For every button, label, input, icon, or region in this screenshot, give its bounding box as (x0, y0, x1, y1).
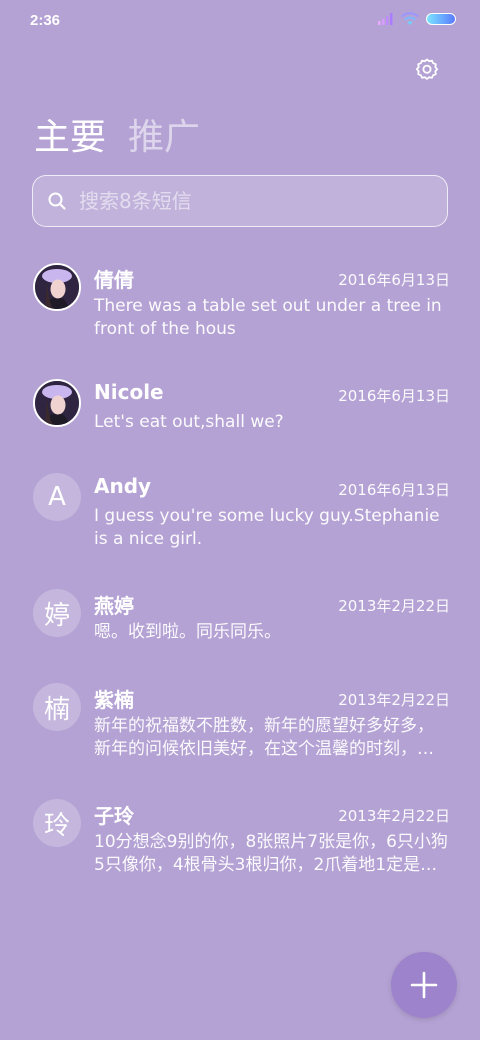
gear-icon (415, 58, 439, 80)
message-date: 2016年6月13日 (338, 387, 450, 405)
message-preview: 嗯。收到啦。同乐同乐。 (94, 622, 281, 642)
settings-button[interactable] (414, 56, 440, 82)
message-date: 2013年2月22日 (338, 807, 450, 825)
contact-photo-icon (35, 381, 79, 425)
contact-avatar: 玲 (33, 799, 81, 847)
contact-avatar (33, 263, 81, 311)
contact-name: Andy (94, 474, 152, 498)
contact-name: 燕婷 (94, 594, 134, 618)
status-time: 2:36 (30, 12, 61, 29)
contact-name: 紫楠 (94, 688, 134, 712)
message-date: 2016年6月13日 (338, 271, 450, 289)
contact-avatar: 楠 (33, 683, 81, 731)
contact-avatar: 婷 (33, 589, 81, 637)
message-preview: I guess you're some lucky guy.Stephanie … (94, 506, 440, 549)
message-preview: Let's eat out,shall we? (94, 412, 284, 432)
wifi-icon (401, 12, 419, 25)
conversation-item[interactable]: Nicole 2016年6月13日 Let's eat out,shall we… (0, 371, 480, 465)
search-input[interactable] (79, 189, 419, 213)
status-bar: 2:36 (0, 0, 480, 40)
tab-promotions[interactable]: 推广 (128, 108, 200, 160)
message-preview: 10分想念9别的你，8张照片7张是你，6只小狗5只像你，4根骨头3根归你，2爪着… (94, 832, 448, 875)
search-icon (48, 192, 66, 210)
plus-icon (410, 971, 438, 999)
contact-avatar (33, 379, 81, 427)
search-bar[interactable] (32, 175, 448, 227)
status-icons (378, 12, 456, 26)
message-preview: There was a table set out under a tree i… (94, 296, 442, 339)
contact-avatar: A (33, 473, 81, 521)
message-date: 2013年2月22日 (338, 691, 450, 709)
signal-icon (378, 13, 393, 25)
contact-name: 倩倩 (94, 268, 134, 292)
conversation-item[interactable]: 玲 子玲 2013年2月22日 10分想念9别的你，8张照片7张是你，6只小狗5… (0, 791, 480, 907)
tab-bar: 主要 推广 (34, 108, 200, 160)
conversation-list: 倩倩 2016年6月13日 There was a table set out … (0, 255, 480, 907)
message-date: 2013年2月22日 (338, 597, 450, 615)
new-message-button[interactable] (391, 952, 457, 1018)
contact-name: 子玲 (94, 804, 134, 828)
conversation-item[interactable]: 楠 紫楠 2013年2月22日 新年的祝福数不胜数，新年的愿望好多好多，新年的问… (0, 675, 480, 791)
conversation-item[interactable]: A Andy 2016年6月13日 I guess you're some lu… (0, 465, 480, 581)
message-date: 2016年6月13日 (338, 481, 450, 499)
contact-name: Nicole (94, 380, 164, 404)
tab-primary[interactable]: 主要 (34, 108, 106, 160)
message-preview: 新年的祝福数不胜数，新年的愿望好多好多，新年的问候依旧美好，在这个温馨的时刻，… (94, 716, 434, 759)
contact-photo-icon (35, 265, 79, 309)
conversation-item[interactable]: 倩倩 2016年6月13日 There was a table set out … (0, 255, 480, 371)
battery-icon (426, 13, 456, 25)
conversation-item[interactable]: 婷 燕婷 2013年2月22日 嗯。收到啦。同乐同乐。 (0, 581, 480, 675)
